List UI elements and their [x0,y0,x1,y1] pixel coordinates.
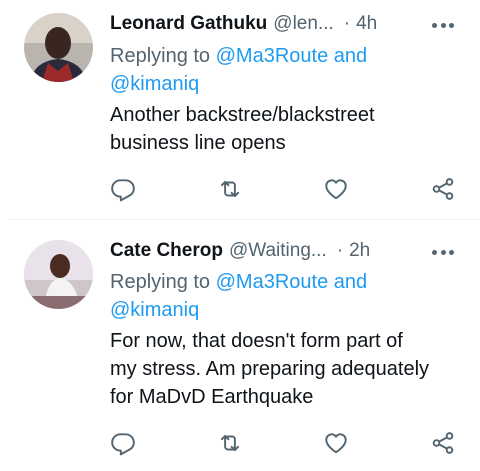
replying-prefix: Replying to [110,45,216,67]
mention-link[interactable]: @Ma3Route [216,45,329,67]
reply-icon[interactable] [108,174,138,204]
action-bar [0,174,480,204]
tweet-text-line: for MaDvD Earthquake [110,386,314,408]
more-icon[interactable] [432,241,454,263]
retweet-icon[interactable] [215,428,245,458]
more-icon[interactable] [432,14,454,36]
tweet-text: For now, that doesn't form part of my st… [110,327,460,411]
tweet-text-line: For now, that doesn't form part of [110,330,403,352]
author-name[interactable]: Cate Cherop [110,240,223,262]
tweet-text: Another backstree/blackstreet business l… [110,101,460,157]
tweet[interactable]: Leonard Gathuku @len... · 4h Replying to… [0,0,480,219]
mention-link[interactable]: @kimaniq [110,73,199,95]
author-name[interactable]: Leonard Gathuku [110,13,267,35]
share-icon[interactable] [428,428,458,458]
mention-link[interactable]: @kimaniq [110,299,199,321]
and-word: and [328,271,368,293]
author-handle[interactable]: @Waiting... [229,240,327,262]
replying-to: Replying to @Ma3Route and @kimaniq [110,268,450,324]
tweet-text-line: my stress. Am preparing adequately [110,358,430,380]
tweet-header: Cate Cherop @Waiting... · 2h [110,237,370,265]
reply-icon[interactable] [108,428,138,458]
timestamp[interactable]: 2h [349,240,370,262]
replying-prefix: Replying to [110,271,216,293]
tweet-text-line: business line opens [110,132,286,154]
retweet-icon[interactable] [215,174,245,204]
and-word: and [328,45,368,67]
avatar[interactable] [24,13,93,82]
author-handle[interactable]: @len... [273,13,333,35]
action-bar [0,428,480,458]
like-icon[interactable] [321,428,351,458]
like-icon[interactable] [321,174,351,204]
tweet-text-line: Another backstree/blackstreet [110,104,375,126]
timestamp[interactable]: 4h [356,13,377,35]
separator-dot: · [343,13,351,34]
tweet[interactable]: Cate Cherop @Waiting... · 2h Replying to… [0,220,480,471]
replying-to: Replying to @Ma3Route and @kimaniq [110,42,450,98]
tweet-header: Leonard Gathuku @len... · 4h [110,10,377,38]
separator-dot: · [336,240,344,261]
share-icon[interactable] [428,174,458,204]
avatar[interactable] [24,240,93,309]
mention-link[interactable]: @Ma3Route [216,271,329,293]
